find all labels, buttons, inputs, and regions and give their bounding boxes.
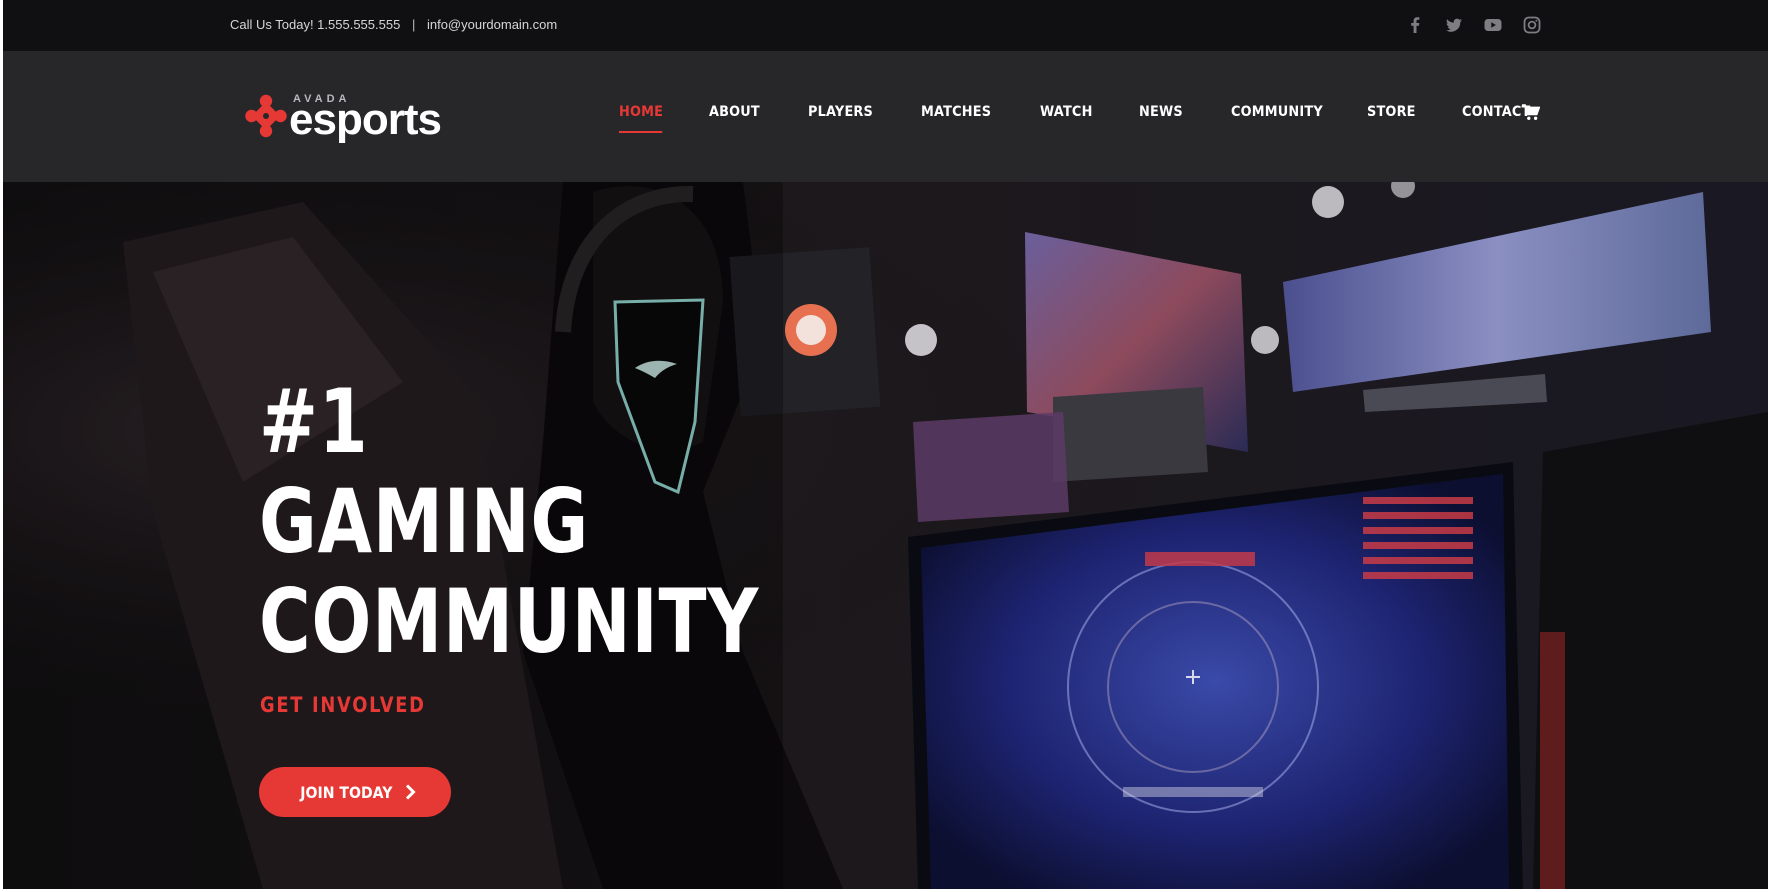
contact-separator: | — [411, 17, 416, 32]
phone-text: Call Us Today! 1.555.555.555 — [230, 17, 401, 32]
join-today-label: JOIN TODAY — [300, 782, 393, 802]
hero-headline-line-1: #1 — [259, 370, 369, 473]
top-bar: Call Us Today! 1.555.555.555 | info@your… — [3, 0, 1768, 51]
logo-esports-text: esports — [289, 95, 442, 144]
hero-headline: #1 GAMING COMMUNITY — [259, 372, 884, 672]
page-frame: Call Us Today! 1.555.555.555 | info@your… — [3, 0, 1768, 889]
nav-item-news[interactable]: NEWS — [1139, 104, 1183, 120]
hero-headline-line-2: GAMING — [259, 470, 590, 573]
chevron-right-icon — [405, 784, 416, 800]
site-logo[interactable]: AVADA esports — [245, 93, 445, 146]
nav-item-contact[interactable]: CONTACT — [1462, 104, 1530, 120]
join-today-button[interactable]: JOIN TODAY — [259, 767, 451, 817]
youtube-icon[interactable] — [1483, 15, 1503, 35]
nav-item-players[interactable]: PLAYERS — [808, 104, 873, 120]
nav-item-matches[interactable]: MATCHES — [921, 104, 991, 120]
hero-tagline: GET INVOLVED — [260, 693, 426, 717]
email-link[interactable]: info@yourdomain.com — [427, 17, 557, 32]
nav-item-community[interactable]: COMMUNITY — [1231, 104, 1323, 120]
hero-section: #1 GAMING COMMUNITY GET INVOLVED JOIN TO… — [3, 182, 1768, 889]
social-links — [1405, 15, 1542, 35]
nav-item-watch[interactable]: WATCH — [1040, 104, 1093, 120]
site-header: AVADA esports HOME ABOUT PLAYERS MATCHES… — [3, 51, 1768, 182]
logo-mark-icon — [245, 94, 287, 138]
nav-item-about[interactable]: ABOUT — [709, 104, 760, 120]
nav-item-store[interactable]: STORE — [1367, 104, 1416, 120]
hero-headline-line-3: COMMUNITY — [259, 570, 760, 673]
twitter-icon[interactable] — [1444, 15, 1464, 35]
contact-info: Call Us Today! 1.555.555.555 | info@your… — [230, 17, 557, 32]
cart-icon[interactable] — [1522, 104, 1540, 121]
instagram-icon[interactable] — [1522, 15, 1542, 35]
main-nav: HOME ABOUT PLAYERS MATCHES WATCH NEWS CO… — [619, 104, 1536, 133]
nav-item-home[interactable]: HOME — [619, 104, 663, 133]
facebook-icon[interactable] — [1405, 15, 1425, 35]
